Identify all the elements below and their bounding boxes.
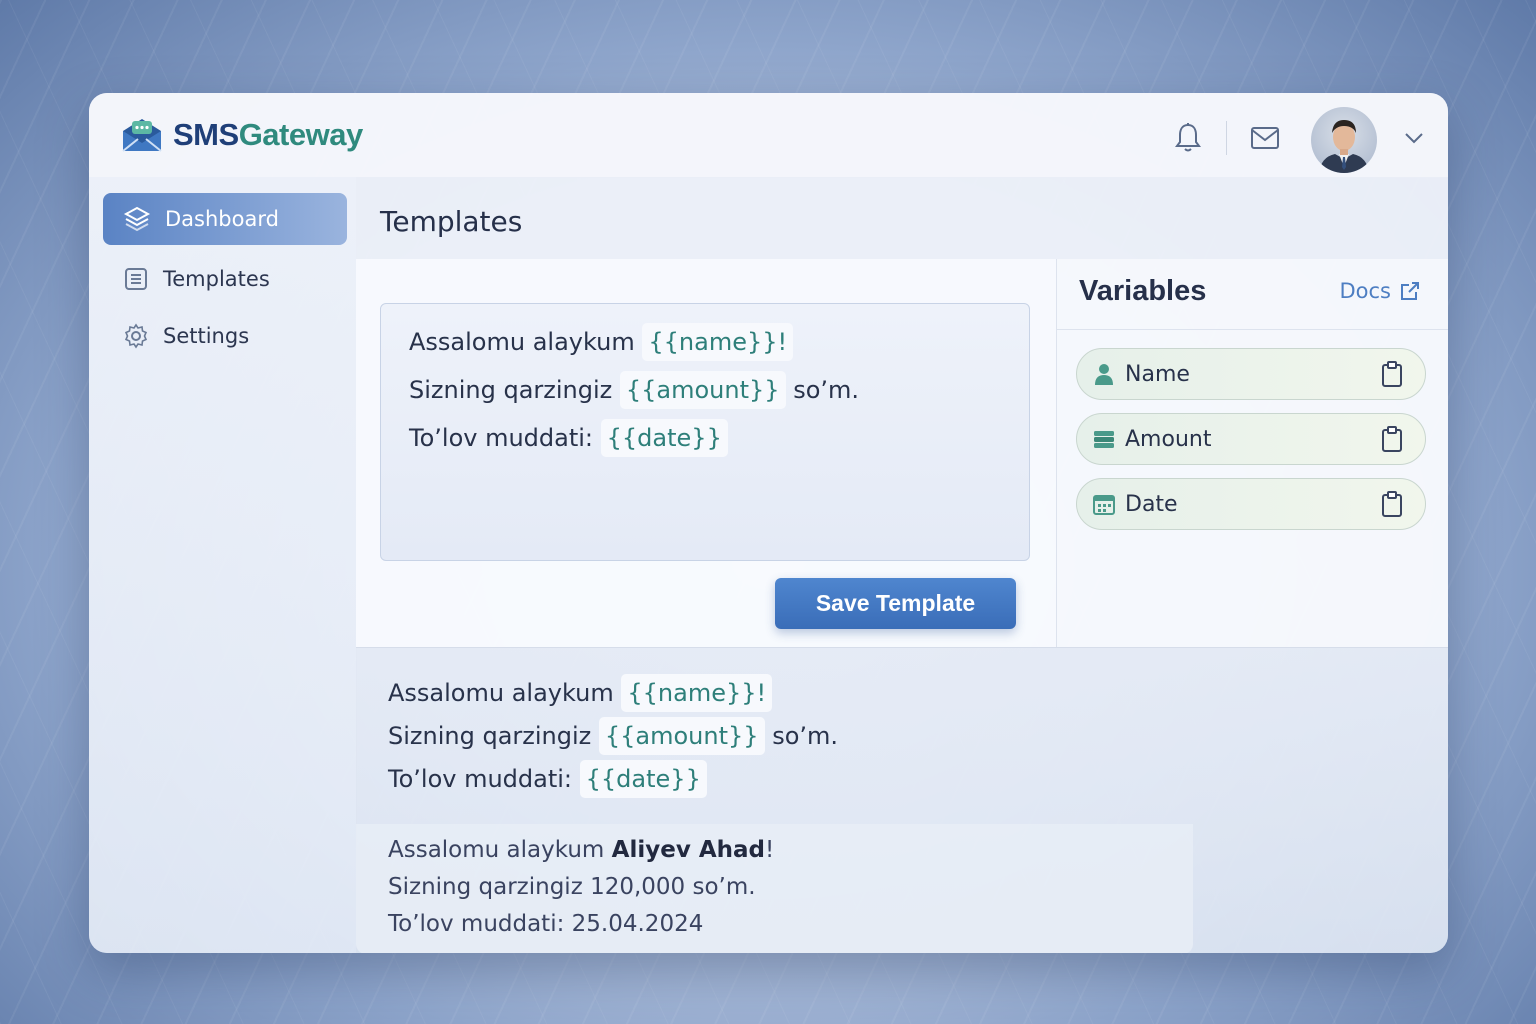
sidebar: Dashboard Templates Settings <box>89 177 357 953</box>
preview-area: Assalomu alaykum {{name}}! Sizning qarzi… <box>356 647 1448 953</box>
user-icon <box>1095 364 1113 385</box>
variable-tag: {{name}}! <box>642 323 794 361</box>
external-link-icon <box>1401 282 1419 300</box>
docs-link[interactable]: Docs <box>1339 279 1421 303</box>
envelope-chat-icon <box>122 119 162 152</box>
app-window: SMSGateway Dashboard Templates Settings … <box>89 93 1448 953</box>
rendered-message: Assalomu alaykum Aliyev Ahad! Sizning qa… <box>356 824 1193 953</box>
template-line: Sizning qarzingiz {{amount}} so’m. <box>409 370 1001 418</box>
template-editor[interactable]: Assalomu alaykum {{name}}! Sizning qarzi… <box>380 303 1030 561</box>
variable-tag: {{date}} <box>579 760 707 798</box>
header-divider <box>1226 121 1227 155</box>
variables-panel: Variables Docs Name Amount Date <box>1056 259 1448 647</box>
sidebar-item-label: Templates <box>163 267 270 291</box>
variable-tag: {{name}}! <box>621 674 773 712</box>
document-icon <box>125 268 147 290</box>
variable-chip-name[interactable]: Name <box>1076 348 1426 400</box>
rendered-line: Sizning qarzingiz 120,000 so’m. <box>388 874 756 900</box>
gear-icon <box>124 323 148 349</box>
preview-line: Sizning qarzingiz {{amount}} so’m. <box>388 717 838 760</box>
sidebar-item-label: Settings <box>163 324 250 348</box>
brand-logo[interactable]: SMSGateway <box>121 117 363 153</box>
template-line: To’lov muddati: {{date}} <box>409 418 1001 466</box>
template-preview: Assalomu alaykum {{name}}! Sizning qarzi… <box>388 674 838 803</box>
user-portrait-icon <box>1319 120 1369 173</box>
avatar[interactable] <box>1311 107 1377 173</box>
template-line: Assalomu alaykum {{name}}! <box>409 322 1001 370</box>
chevron-down-icon[interactable] <box>1397 121 1431 155</box>
variable-chip-date[interactable]: Date <box>1076 478 1426 530</box>
page-title: Templates <box>380 205 523 238</box>
bell-icon[interactable] <box>1171 121 1205 155</box>
layers-icon <box>123 206 151 232</box>
brand-name: SMSGateway <box>173 117 363 152</box>
mail-icon[interactable] <box>1248 121 1282 155</box>
variable-chip-amount[interactable]: Amount <box>1076 413 1426 465</box>
sidebar-item-templates[interactable]: Templates <box>103 253 347 305</box>
variable-tag: {{amount}} <box>598 717 765 755</box>
preview-line: To’lov muddati: {{date}} <box>388 760 838 803</box>
clipboard-icon[interactable] <box>1377 424 1407 454</box>
preview-line: Assalomu alaykum {{name}}! <box>388 674 838 717</box>
sidebar-item-dashboard[interactable]: Dashboard <box>103 193 347 245</box>
rendered-name: Aliyev Ahad <box>611 837 765 863</box>
variable-tag: {{date}} <box>600 419 728 457</box>
editor-panel: Assalomu alaykum {{name}}! Sizning qarzi… <box>356 259 1056 647</box>
top-header: SMSGateway <box>89 93 1448 178</box>
sidebar-item-settings[interactable]: Settings <box>103 310 347 362</box>
save-template-button[interactable]: Save Template <box>775 578 1016 629</box>
clipboard-icon[interactable] <box>1377 489 1407 519</box>
page-title-bar: Templates <box>356 177 1448 260</box>
rendered-line: Assalomu alaykum Aliyev Ahad! <box>388 837 775 863</box>
rendered-line: To’lov muddati: 25.04.2024 <box>388 911 704 937</box>
money-stack-icon <box>1094 431 1114 448</box>
variable-tag: {{amount}} <box>619 371 786 409</box>
clipboard-icon[interactable] <box>1377 359 1407 389</box>
variables-title: Variables <box>1079 275 1207 307</box>
calendar-icon <box>1093 495 1115 515</box>
sidebar-item-label: Dashboard <box>165 207 279 231</box>
variables-header: Variables Docs <box>1057 259 1448 330</box>
